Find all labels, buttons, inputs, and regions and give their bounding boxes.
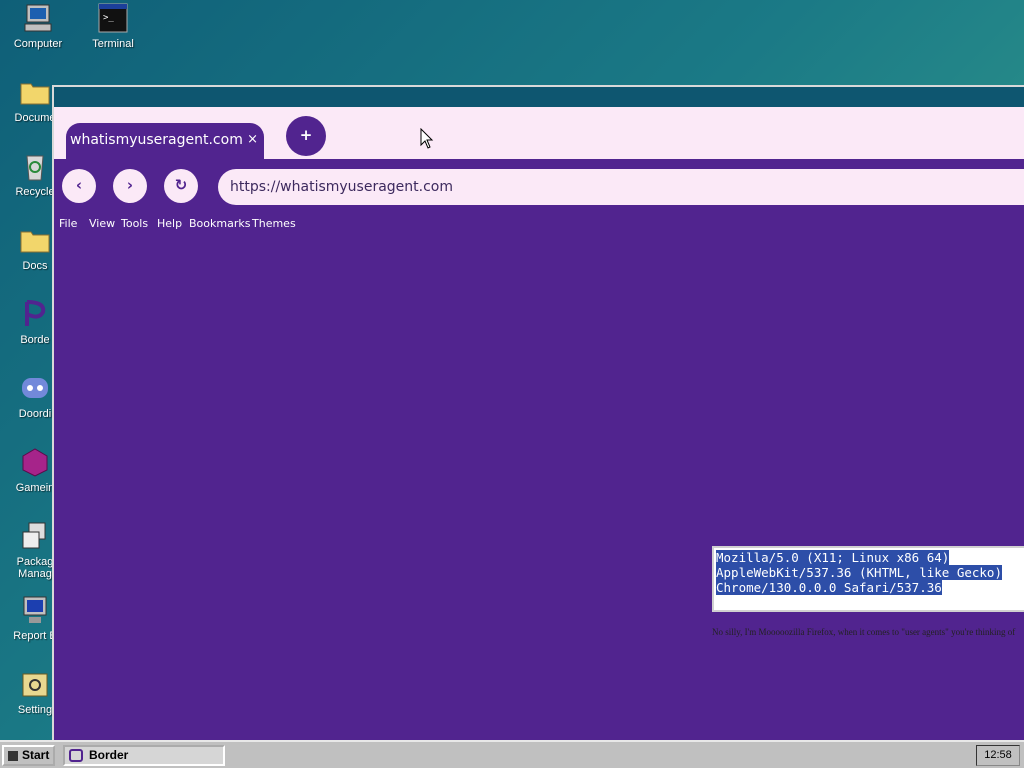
desktop-icon-label: Terminal [92,38,134,50]
back-button[interactable]: ‹ [62,169,96,203]
desktop-icon-label: Computer [13,38,63,50]
user-agent-line: Mozilla/5.0 (X11; Linux x86 64) [716,550,950,565]
menu-view[interactable]: View [89,217,115,230]
border-browser-icon [69,749,83,762]
game-icon [19,446,51,478]
discord-icon [19,372,51,404]
window-titlebar[interactable] [54,87,1024,107]
mouse-cursor-icon [420,128,434,149]
desktop-icon-label: Packag Manag [16,556,54,580]
report-icon [19,594,51,626]
svg-text:>_: >_ [103,13,114,23]
task-label: Border [89,748,129,762]
taskbar-item-border[interactable]: Border [63,745,225,766]
page-footnote: No silly, I'm Mooooozilla Firefox, when … [712,627,1016,637]
tab-strip: whatismyuseragent.com × + [54,107,1024,159]
recycle-bin-icon [19,150,51,182]
folder-icon [19,76,51,108]
package-manager-icon [19,520,51,552]
forward-button[interactable]: › [113,169,147,203]
border-browser-icon [19,298,51,330]
menu-help[interactable]: Help [157,217,182,230]
menu-file[interactable]: File [59,217,77,230]
new-tab-button[interactable]: + [286,116,326,156]
browser-window: whatismyuseragent.com × + ‹ › ↻ https://… [52,85,1024,740]
user-agent-textbox[interactable]: Mozilla/5.0 (X11; Linux x86 64) AppleWeb… [712,546,1024,612]
reload-button[interactable]: ↻ [164,169,198,203]
menu-bookmarks[interactable]: Bookmarks [189,217,250,230]
tab-title: whatismyuseragent.com [70,132,243,148]
computer-icon [22,2,54,34]
user-agent-line: AppleWebKit/537.36 (KHTML, like Gecko) [716,565,1002,580]
menu-themes[interactable]: Themes [252,217,296,230]
desktop-icon-computer[interactable]: Computer [2,2,74,50]
navigation-bar: ‹ › ↻ https://whatismyuseragent.com [54,159,1024,211]
start-button[interactable]: Start [2,745,55,766]
menu-bar: File View Tools Help Bookmarks Themes [54,213,1024,235]
start-logo-icon [8,751,18,761]
tab-close-icon[interactable]: × [247,132,258,147]
terminal-icon: >_ [97,2,129,34]
user-agent-line: Chrome/130.0.0.0 Safari/537.36 [716,580,942,595]
folder-icon [19,224,51,256]
taskbar: Start Border 12:58 [0,740,1024,768]
menu-tools[interactable]: Tools [121,217,148,230]
desktop-icon-terminal[interactable]: >_ Terminal [77,2,149,50]
url-bar[interactable]: https://whatismyuseragent.com [218,169,1024,205]
tab-whatismyuseragent[interactable]: whatismyuseragent.com × [66,123,264,159]
settings-icon [19,668,51,700]
system-clock: 12:58 [976,745,1020,766]
